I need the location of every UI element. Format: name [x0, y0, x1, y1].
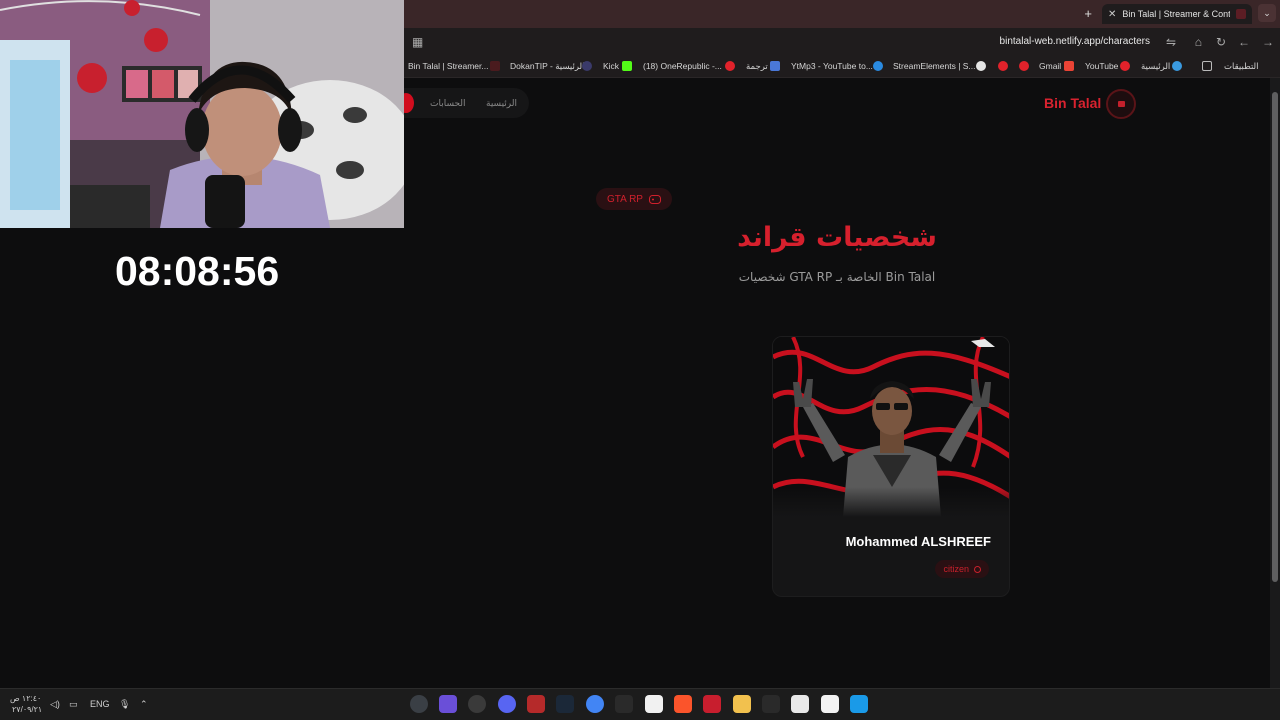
- bookmark-favicon-icon: [582, 61, 592, 71]
- tab-search-menu-icon[interactable]: ⌄: [1258, 4, 1276, 22]
- page-scrollbar[interactable]: [1270, 78, 1280, 688]
- bookmark-item[interactable]: الرئيسية: [1141, 61, 1170, 72]
- nav-link-accounts[interactable]: الحسابات: [430, 98, 466, 109]
- taskbar-app-icon[interactable]: [410, 695, 428, 713]
- stream-timer: 08:08:56: [115, 248, 280, 294]
- store-icon[interactable]: [821, 695, 839, 713]
- bookmark-item[interactable]: YtMp3 - YouTube to...: [791, 61, 873, 71]
- kick-icon: [622, 61, 632, 71]
- webcam-overlay: [0, 0, 404, 228]
- badge-label: GTA RP: [607, 193, 643, 205]
- browser-tab-active[interactable]: ✕ Bin Talal | Streamer & Content C: [1102, 4, 1252, 24]
- brand-name[interactable]: Bin Talal: [1044, 95, 1101, 111]
- bookmark-item[interactable]: StreamElements | S...: [893, 61, 976, 71]
- windows-start-icon[interactable]: [850, 695, 868, 713]
- character-image: [773, 337, 1009, 517]
- clock-date[interactable]: ٢٧/٠٩/٢١: [12, 705, 42, 714]
- microphone-icon[interactable]: 🎙: [119, 699, 130, 710]
- taskbar-app-icon[interactable]: [703, 695, 721, 713]
- clock-time[interactable]: ١٢:٤٠ ص: [10, 694, 41, 703]
- scrollbar-thumb[interactable]: [1272, 92, 1278, 582]
- character-role: citizen: [943, 564, 969, 574]
- bookmark-item[interactable]: YouTube: [1085, 61, 1118, 71]
- taskbar-app-icon[interactable]: [527, 695, 545, 713]
- gmail-icon: [1064, 61, 1074, 71]
- reload-icon[interactable]: ↻: [1216, 35, 1226, 49]
- windows-taskbar: ١٢:٤٠ ص ٢٧/٠٩/٢١ ◁) ▭ ENG 🎙 ⌃: [0, 688, 1280, 720]
- extensions-icon[interactable]: ▦: [412, 35, 423, 49]
- character-name: Mohammed ALSHREEF: [845, 534, 991, 549]
- bookmark-item[interactable]: Gmail: [1039, 61, 1061, 71]
- close-tab-icon[interactable]: ✕: [1108, 9, 1116, 20]
- page-title: شخصيات قراند: [737, 222, 937, 253]
- page-content: الحسابات الرئيسية Bin Talal GTA RP شخصيا…: [398, 78, 1270, 688]
- discord-icon[interactable]: [498, 695, 516, 713]
- bookmarks-bar: Bin Talal | Streamer... DokanTIP - الرئي…: [404, 56, 1280, 78]
- forward-icon[interactable]: →: [1262, 35, 1274, 49]
- url-field[interactable]: bintalal-web.netlify.app/characters: [1000, 36, 1150, 47]
- bookmark-item[interactable]: Bin Talal | Streamer...: [408, 61, 488, 71]
- apps-grid-icon: [1202, 61, 1212, 71]
- folder-icon[interactable]: [733, 695, 751, 713]
- character-role-badge: citizen: [935, 560, 989, 578]
- streamelements-icon: [976, 61, 986, 71]
- top-nav: الحسابات الرئيسية: [398, 88, 529, 118]
- back-icon[interactable]: ←: [1238, 35, 1250, 49]
- circle-icon: [974, 565, 981, 573]
- capcut-icon[interactable]: [791, 695, 809, 713]
- nav-link-home[interactable]: الرئيسية: [486, 98, 517, 109]
- site-settings-icon[interactable]: ⇋: [1166, 35, 1176, 49]
- chrome-icon: [1172, 61, 1182, 71]
- page-subtitle: شخصيات GTA RP الخاصة بـ Bin Talal: [738, 270, 936, 284]
- chevron-up-icon[interactable]: ⌃: [140, 699, 148, 710]
- brave-icon[interactable]: [674, 695, 692, 713]
- character-card[interactable]: Mohammed ALSHREEF citizen: [772, 336, 1010, 597]
- bookmark-item[interactable]: (18) OneRepublic -...: [643, 61, 722, 71]
- language-indicator[interactable]: ENG: [90, 699, 110, 709]
- youtube-icon: [1019, 61, 1029, 71]
- ytmp3-icon: [873, 61, 883, 71]
- category-badge: GTA RP: [596, 188, 672, 210]
- translate-icon: [770, 61, 780, 71]
- address-bar: ▦ → ← ↻ ⌂ ⇋ bintalal-web.netlify.app/cha…: [404, 28, 1280, 56]
- network-icon[interactable]: ▭: [69, 699, 78, 710]
- taskbar-app-icon[interactable]: [615, 695, 633, 713]
- taskbar-app-icon[interactable]: [468, 695, 486, 713]
- youtube-icon: [725, 61, 735, 71]
- bookmark-favicon-icon: [490, 61, 500, 71]
- brand-logo-icon[interactable]: [1106, 89, 1136, 119]
- new-tab-icon[interactable]: +: [1084, 6, 1092, 21]
- browser-tab-bar: + ✕ Bin Talal | Streamer & Content C ⌄: [404, 0, 1280, 28]
- taskbar-app-icon[interactable]: [439, 695, 457, 713]
- file-icon[interactable]: [645, 695, 663, 713]
- home-icon[interactable]: ⌂: [1195, 35, 1202, 49]
- gamepad-icon: [648, 194, 661, 204]
- tab-title: Bin Talal | Streamer & Content C: [1122, 9, 1230, 19]
- tiktok-icon[interactable]: [762, 695, 780, 713]
- bookmark-item[interactable]: ترجمة: [746, 61, 768, 72]
- steam-icon[interactable]: [556, 695, 574, 713]
- bookmark-item[interactable]: Kick: [603, 61, 619, 71]
- chrome-icon[interactable]: [586, 695, 604, 713]
- youtube-icon: [1120, 61, 1130, 71]
- tab-favicon-icon: [1236, 9, 1246, 19]
- volume-icon[interactable]: ◁): [50, 699, 60, 710]
- youtube-icon: [998, 61, 1008, 71]
- bookmark-item[interactable]: DokanTIP - الرئيسية: [510, 61, 584, 72]
- bookmark-item[interactable]: التطبيقات: [1224, 61, 1259, 72]
